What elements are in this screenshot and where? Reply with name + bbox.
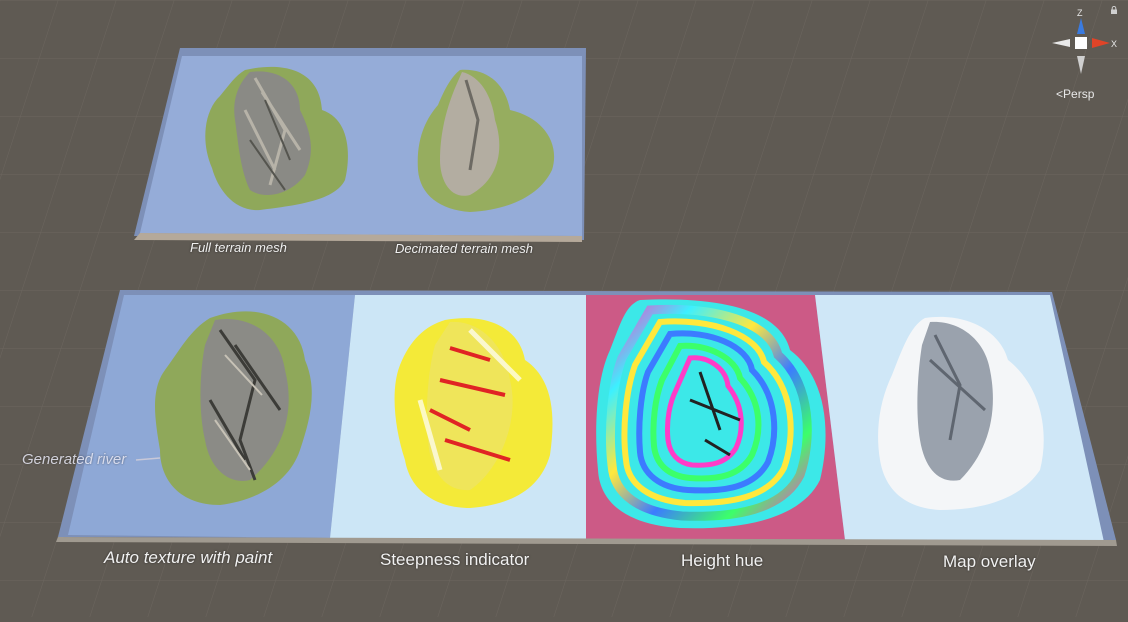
gizmo-x-arrow-icon[interactable] xyxy=(1092,38,1110,48)
label-steepness-indicator: Steepness indicator xyxy=(380,550,530,569)
scene-view[interactable]: Full terrain mesh Decimated terrain mesh… xyxy=(0,0,1128,617)
label-generated-river: Generated river xyxy=(22,451,127,468)
gizmo-axis-x-label: X xyxy=(1111,39,1117,49)
label-decimated-terrain-mesh: Decimated terrain mesh xyxy=(395,241,533,256)
gizmo-center-cube-icon[interactable] xyxy=(1075,37,1087,49)
gizmo-z-arrow-icon[interactable] xyxy=(1077,18,1085,34)
label-auto-texture: Auto texture with paint xyxy=(104,548,273,567)
top-terrain-slab[interactable] xyxy=(134,48,586,242)
gizmo-axis-z-label: Z xyxy=(1077,8,1083,18)
label-height-hue: Height hue xyxy=(681,551,764,570)
label-full-terrain-mesh: Full terrain mesh xyxy=(190,240,287,255)
label-map-overlay: Map overlay xyxy=(943,552,1036,571)
scene-canvas xyxy=(0,0,1128,617)
projection-toggle[interactable]: <Persp xyxy=(1056,87,1094,101)
gizmo-neg-y-arrow-icon[interactable] xyxy=(1077,56,1085,74)
lock-icon[interactable] xyxy=(1110,6,1118,14)
projection-label: Persp xyxy=(1063,87,1095,101)
chevron-left-icon: < xyxy=(1056,87,1064,101)
gizmo-neg-x-arrow-icon[interactable] xyxy=(1052,39,1070,47)
